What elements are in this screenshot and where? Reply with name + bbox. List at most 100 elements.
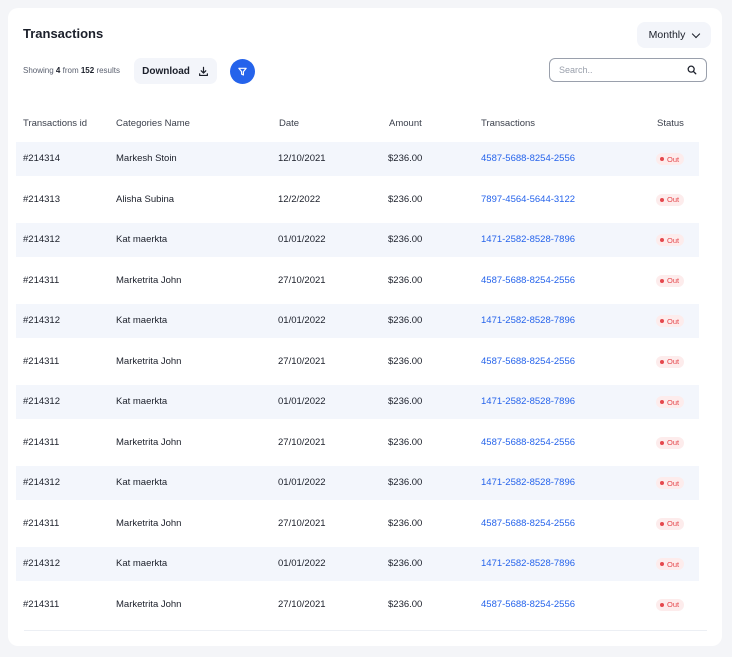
status-label: Out [667,357,680,366]
cell-date: 27/10/2021 [278,355,326,367]
status-dot-icon [660,238,664,242]
cell-date: 01/01/2022 [278,558,326,569]
cell-date: 01/01/2022 [278,315,326,326]
column-header-amount: Amount [389,118,422,129]
download-label: Download [142,65,190,77]
table-body: #214314 Markesh Stoin 12/10/2021 $236.00 458… [8,142,722,628]
status-badge: Out [656,436,685,449]
cell-date: 27/10/2021 [278,517,326,529]
cell-transaction-number[interactable]: 4587-5688-8254-2556 [481,153,575,164]
cell-category-name: Kat maerkta [116,477,168,488]
status-label: Out [667,235,680,245]
results-summary: Showing 4 from 152 results [23,66,120,75]
table-row[interactable]: #214314 Markesh Stoin 12/10/2021 $236.00 458… [16,142,699,176]
download-button[interactable]: Download [134,58,217,84]
cell-transaction-number[interactable]: 1471-2582-8528-7896 [481,558,575,569]
cell-category-name: Kat maerkta [116,234,168,245]
status-badge: Out [656,517,685,530]
cell-transaction-id: #214311 [23,436,60,448]
table-row[interactable]: #214311 Marketrita John 27/10/2021 $236.00 4… [16,426,699,460]
cell-category-name: Marketrita John [116,355,182,367]
cell-amount: $236.00 [388,355,423,367]
cell-date: 01/01/2022 [278,234,326,245]
status-badge: Out [656,193,685,206]
status-label: Out [667,438,680,447]
column-header-category: Categories Name [116,118,190,129]
status-badge: Out [656,274,685,287]
cell-category-name: Markesh Stoin [116,153,177,164]
chevron-down-icon [692,29,701,38]
status-dot-icon [660,481,664,485]
cell-transaction-id: #214313 [23,193,60,205]
period-dropdown[interactable]: Monthly [637,22,711,48]
cell-amount: $236.00 [388,598,423,610]
search-input[interactable] [559,65,687,75]
table-row[interactable]: #214312 Kat maerkta 01/01/2022 $236.00 1471-… [16,385,699,419]
status-label: Out [667,154,680,164]
cell-transaction-number[interactable]: 4587-5688-8254-2556 [481,275,575,286]
table-row[interactable]: #214312 Kat maerkta 01/01/2022 $236.00 1471-… [16,304,699,338]
cell-category-name: Marketrita John [116,436,182,448]
period-dropdown-value: Monthly [648,29,686,41]
cell-transaction-id: #214311 [23,355,60,367]
table-row[interactable]: #214312 Kat maerkta 01/01/2022 $236.00 1471-… [16,223,699,257]
cell-amount: $236.00 [388,517,423,529]
cell-date: 01/01/2022 [278,396,326,407]
showing-count: 4 [55,66,61,75]
cell-category-name: Kat maerkta [116,315,168,326]
table-row[interactable]: #214311 Marketrita John 27/10/2021 $236.00 4… [16,345,699,379]
status-label: Out [667,478,680,488]
search-icon[interactable] [687,65,697,75]
cell-transaction-id: #214311 [23,517,60,529]
column-header-date: Date [279,118,300,129]
table-row[interactable]: #214312 Kat maerkta 01/01/2022 $236.00 1471-… [16,466,699,500]
status-dot-icon [660,319,664,323]
status-label: Out [667,519,680,528]
cell-transaction-id: #214314 [23,153,60,164]
cell-amount: $236.00 [388,477,423,488]
table-row[interactable]: #214313 Alisha Subina 12/2/2022 $236.00 7897… [16,183,699,217]
transactions-card: Transactions Monthly Showing 4 from 152 … [8,8,722,646]
cell-transaction-number[interactable]: 4587-5688-8254-2556 [481,518,575,529]
cell-date: 12/10/2021 [278,153,326,164]
table-row[interactable]: #214311 Marketrita John 27/10/2021 $236.00 4… [16,588,699,622]
status-label: Out [667,316,680,326]
cell-date: 27/10/2021 [278,274,326,286]
table-row[interactable]: #214311 Marketrita John 27/10/2021 $236.00 4… [16,264,699,298]
cell-amount: $236.00 [388,193,423,205]
status-label: Out [667,600,680,609]
cell-transaction-number[interactable]: 1471-2582-8528-7896 [481,396,575,407]
cell-transaction-number[interactable]: 1471-2582-8528-7896 [481,477,575,488]
status-badge: Out [656,396,685,408]
cell-transaction-number[interactable]: 1471-2582-8528-7896 [481,315,575,326]
table-row[interactable]: #214311 Marketrita John 27/10/2021 $236.00 4… [16,507,699,541]
cell-transaction-id: #214312 [23,558,60,569]
filter-button[interactable] [230,59,255,84]
cell-transaction-id: #214311 [23,274,60,286]
cell-transaction-number[interactable]: 4587-5688-8254-2556 [481,437,575,448]
table-row[interactable]: #214312 Kat maerkta 01/01/2022 $236.00 1471-… [16,547,699,581]
status-dot-icon [660,562,664,566]
cell-amount: $236.00 [388,558,423,569]
cell-category-name: Kat maerkta [116,558,168,569]
showing-suffix: results [96,66,120,75]
status-label: Out [667,195,680,204]
search-box[interactable] [549,58,707,82]
cell-category-name: Marketrita John [116,517,182,529]
showing-total: 152 [80,66,95,75]
status-badge: Out [656,355,685,368]
status-dot-icon [660,157,664,161]
status-badge: Out [656,558,685,570]
cell-transaction-number[interactable]: 1471-2582-8528-7896 [481,234,575,245]
cell-transaction-id: #214312 [23,315,60,326]
cell-category-name: Marketrita John [116,274,182,286]
column-header-status: Status [657,118,684,129]
cell-transaction-id: #214312 [23,477,60,488]
table-divider [24,630,707,631]
status-dot-icon [660,400,664,404]
cell-transaction-number[interactable]: 4587-5688-8254-2556 [481,356,575,367]
cell-transaction-number[interactable]: 4587-5688-8254-2556 [481,599,575,610]
page-title: Transactions [23,26,104,41]
status-dot-icon [660,197,664,202]
cell-transaction-number[interactable]: 7897-4564-5644-3122 [481,194,575,205]
